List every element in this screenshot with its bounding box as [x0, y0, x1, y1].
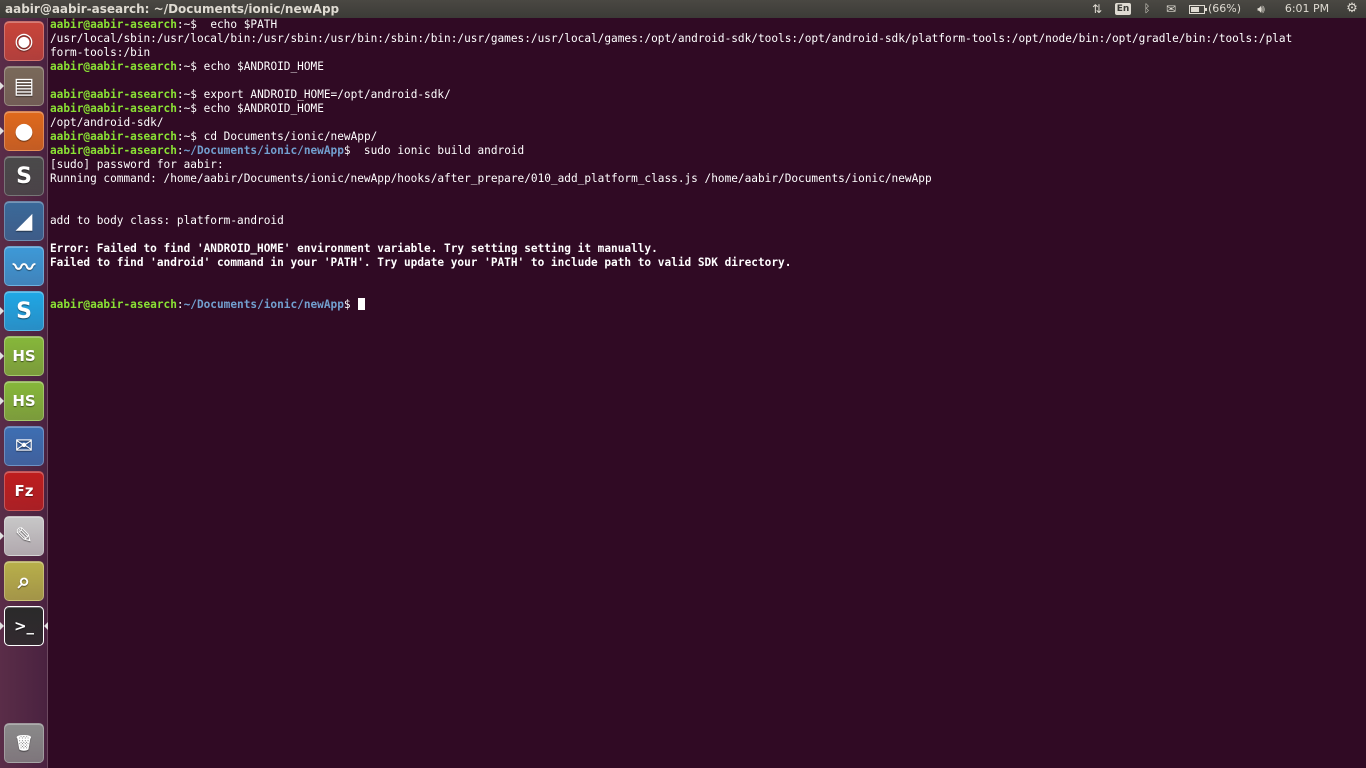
clock[interactable]: 6:01 PM: [1276, 0, 1338, 18]
command-text: [351, 298, 358, 311]
prompt-user: aabir@aabir-asearch: [50, 130, 177, 143]
network-updown-icon[interactable]: ⇅: [1084, 0, 1110, 18]
gear-icon[interactable]: ⚙: [1338, 0, 1366, 18]
text-editor-glyph: ✎: [14, 523, 34, 549]
launcher-files-icon[interactable]: ▤: [4, 66, 44, 106]
focused-indicator: [44, 622, 48, 630]
launcher-text-editor-icon[interactable]: ✎: [4, 516, 44, 556]
indicator-area: ⇅ En ᛒ ✉ (66%) 🔊︎ 6:01 PM ⚙: [1084, 0, 1366, 18]
bluetooth-icon[interactable]: ᛒ: [1136, 0, 1158, 18]
thunderbird-glyph: ✉: [14, 433, 34, 459]
battery-icon: [1188, 4, 1207, 14]
prompt-user: aabir@aabir-asearch: [50, 88, 177, 101]
launcher-skype-icon[interactable]: S: [4, 291, 44, 331]
running-indicator: [0, 397, 4, 405]
trash-glyph: 🗑: [14, 734, 34, 752]
launcher-sublime-text-icon[interactable]: S: [4, 156, 44, 196]
terminal-prompt-line: aabir@aabir-asearch:~$ echo $ANDROID_HOM…: [50, 60, 324, 73]
running-indicator: [0, 127, 4, 135]
terminal-output-line: /opt/android-sdk/: [50, 116, 164, 129]
terminal-cursor: [358, 298, 366, 310]
terminal-output-line: Running command: /home/aabir/Documents/i…: [50, 172, 932, 185]
keyboard-layout-label: En: [1114, 3, 1132, 15]
running-indicator: [0, 82, 4, 90]
running-indicator: [0, 532, 4, 540]
prompt-path: ~/Documents/ionic/newApp: [183, 298, 344, 311]
running-indicator: [0, 307, 4, 315]
launcher-mysql-workbench-icon[interactable]: ◢: [4, 201, 44, 241]
top-panel: aabir@aabir-asearch: ~/Documents/ionic/n…: [0, 0, 1366, 18]
terminal-prompt-line: aabir@aabir-asearch:~$ echo $PATH: [50, 18, 278, 31]
terminal-prompt-line: aabir@aabir-asearch:~$ cd Documents/ioni…: [50, 130, 378, 143]
window-title: aabir@aabir-asearch: ~/Documents/ionic/n…: [5, 2, 340, 16]
terminal-prompt-line: aabir@aabir-asearch:~$ echo $ANDROID_HOM…: [50, 102, 324, 115]
command-text: echo $PATH: [196, 18, 278, 31]
running-indicator: [0, 352, 4, 360]
prompt-user: aabir@aabir-asearch: [50, 60, 177, 73]
prompt-path: ~/Documents/ionic/newApp: [183, 144, 344, 157]
prompt-user: aabir@aabir-asearch: [50, 298, 177, 311]
launcher-filezilla-icon[interactable]: Fz: [4, 471, 44, 511]
skype-glyph: S: [16, 298, 32, 324]
firefox-glyph: ●: [14, 118, 34, 144]
filezilla-glyph: Fz: [14, 482, 34, 500]
command-text: cd Documents/ionic/newApp/: [196, 130, 378, 143]
terminal-window[interactable]: aabir@aabir-asearch:~$ echo $PATH/usr/lo…: [49, 18, 1366, 768]
terminal-output-line: /usr/local/sbin:/usr/local/bin:/usr/sbin…: [50, 32, 1293, 45]
launcher-hotspot-shield-1-icon[interactable]: HS: [4, 336, 44, 376]
terminal-prompt-line: aabir@aabir-asearch:~$ export ANDROID_HO…: [50, 88, 451, 101]
terminal-output-line: add to body class: platform-android: [50, 214, 284, 227]
launcher-terminal-icon[interactable]: >_: [4, 606, 44, 646]
keyboard-layout-indicator[interactable]: En: [1110, 0, 1136, 18]
prompt-user: aabir@aabir-asearch: [50, 102, 177, 115]
sublime-text-glyph: S: [16, 163, 32, 189]
launcher-mustache-app-icon[interactable]: 〰: [4, 246, 44, 286]
command-text: sudo ionic build android: [350, 144, 525, 157]
mail-icon[interactable]: ✉: [1158, 0, 1184, 18]
launcher-firefox-icon[interactable]: ●: [4, 111, 44, 151]
terminal-error-line: Failed to find 'android' command in your…: [50, 256, 792, 269]
prompt-user: aabir@aabir-asearch: [50, 18, 177, 31]
files-glyph: ▤: [13, 73, 35, 99]
terminal-prompt-line: aabir@aabir-asearch:~/Documents/ionic/ne…: [50, 298, 1366, 312]
command-text: echo $ANDROID_HOME: [196, 102, 324, 115]
terminal-output-line: form-tools:/bin: [50, 46, 151, 59]
launcher-thunderbird-icon[interactable]: ✉: [4, 426, 44, 466]
volume-icon[interactable]: 🔊︎: [1246, 0, 1276, 18]
battery-percent: (66%): [1207, 2, 1242, 15]
command-text: export ANDROID_HOME=/opt/android-sdk/: [196, 88, 451, 101]
battery-indicator[interactable]: (66%): [1184, 0, 1246, 18]
terminal-error-line: Error: Failed to find 'ANDROID_HOME' env…: [50, 242, 658, 255]
mysql-workbench-glyph: ◢: [15, 208, 33, 234]
launcher-hotspot-shield-2-icon[interactable]: HS: [4, 381, 44, 421]
running-indicator: [0, 622, 4, 630]
mustache-app-glyph: 〰: [12, 256, 35, 281]
launcher-system-monitor-icon[interactable]: ⌕: [4, 561, 44, 601]
prompt-user: aabir@aabir-asearch: [50, 144, 177, 157]
launcher-trash-icon[interactable]: 🗑: [4, 723, 44, 763]
hotspot-shield-2-glyph: HS: [12, 392, 36, 410]
terminal-output-line: [sudo] password for aabir:: [50, 158, 224, 171]
system-monitor-glyph: ⌕: [17, 568, 31, 594]
terminal-prompt-line: aabir@aabir-asearch:~/Documents/ionic/ne…: [50, 144, 525, 157]
ubuntu-dash-glyph: ◉: [14, 28, 34, 54]
hotspot-shield-1-glyph: HS: [12, 347, 36, 365]
launcher-ubuntu-dash-icon[interactable]: ◉: [4, 21, 44, 61]
terminal-output: aabir@aabir-asearch:~$ echo $PATH/usr/lo…: [50, 18, 1366, 312]
terminal-glyph: >_: [13, 617, 35, 635]
launcher: ◉ ▤ ● S ◢ 〰 S HS HS ✉ Fz ✎ ⌕ >_ 🗑: [0, 18, 48, 768]
command-text: echo $ANDROID_HOME: [196, 60, 324, 73]
